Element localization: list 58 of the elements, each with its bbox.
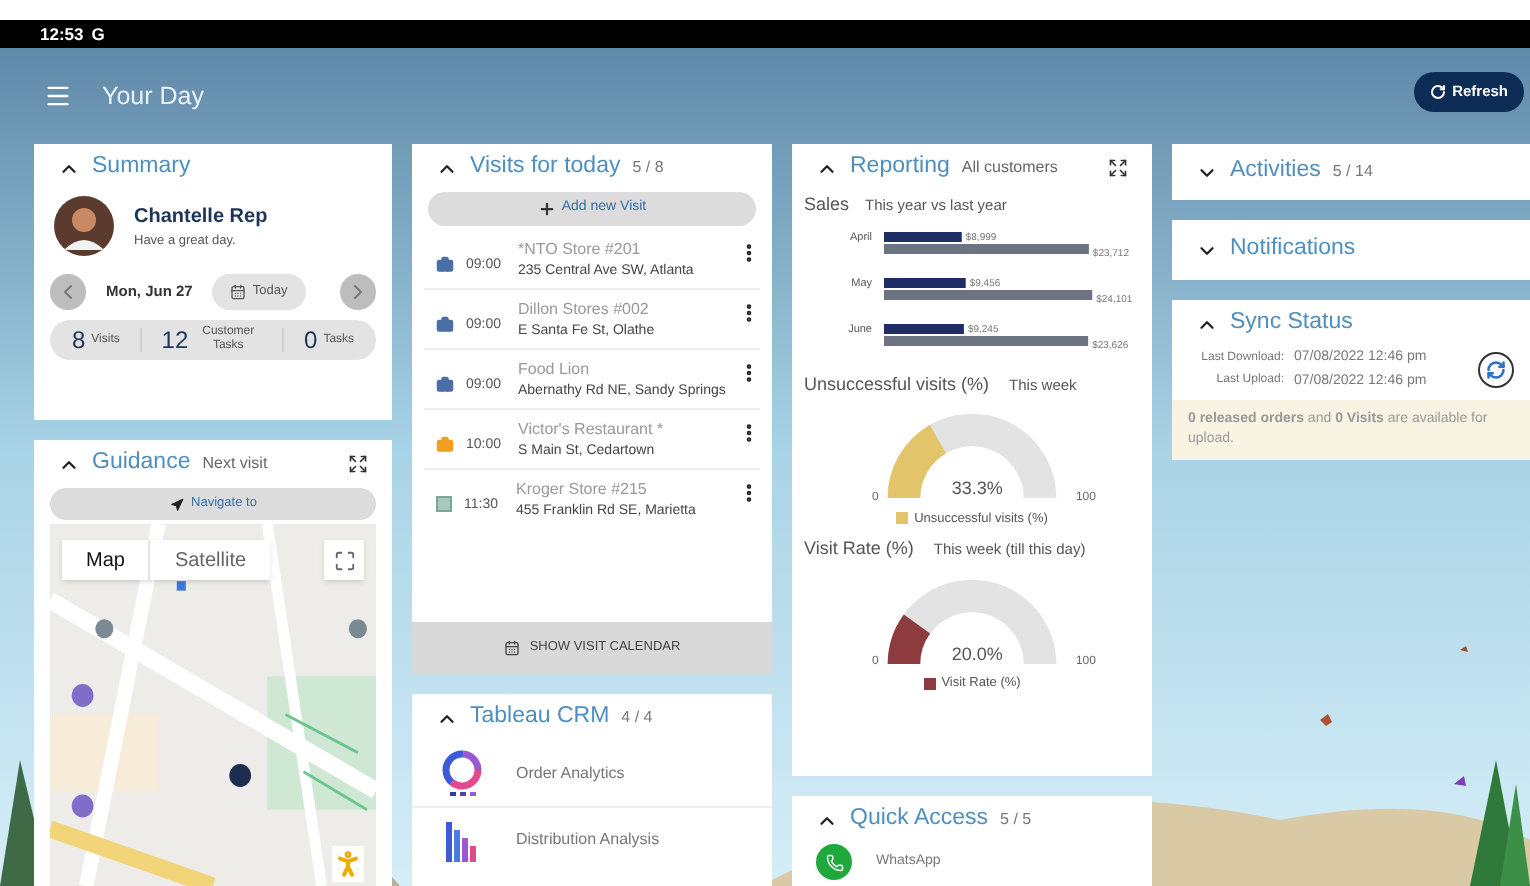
dashboard-name: Distribution Analysis [516, 828, 660, 852]
expand-icon[interactable] [348, 454, 368, 474]
previous-day-button[interactable] [50, 274, 86, 310]
section-label: Sales [804, 192, 850, 218]
visit-name: Food Lion [518, 358, 592, 382]
card-title: Tableau CRM [470, 702, 610, 733]
phone-icon [816, 844, 852, 880]
card-count: 5 / 14 [1332, 160, 1373, 184]
gauge-reading: 20.0% [951, 641, 1003, 668]
fullscreen-icon [333, 549, 355, 571]
stat-value: 8 [71, 324, 86, 358]
card-title: Sync Status [1230, 308, 1353, 339]
tree-drawing [1470, 760, 1530, 886]
section-label: Unsuccessful visits (%) [804, 371, 990, 398]
visit-name: *NTO Store #201 [518, 238, 643, 262]
card-count: 5 / 8 [632, 156, 664, 180]
card-subtitle: Next visit [202, 452, 268, 476]
expand-icon[interactable] [1108, 158, 1128, 178]
calendar-icon [503, 640, 520, 656]
dashboard-item[interactable]: Order Analytics [412, 742, 772, 808]
visit-name: Kroger Store #215 [516, 478, 649, 502]
gauge-reading: 33.3% [951, 476, 1003, 502]
card-subtitle: All customers [961, 156, 1058, 180]
butterfly-icon [1454, 776, 1466, 786]
user-name: Chantelle Rep [134, 203, 268, 232]
plus-icon [537, 200, 556, 218]
dashboard-name: Order Analytics [516, 762, 625, 786]
menu-icon[interactable] [44, 82, 72, 110]
avatar [54, 196, 114, 256]
card-count: 4 / 4 [621, 706, 653, 730]
card-title: Activities [1230, 156, 1321, 187]
card-title: Summary [92, 152, 191, 183]
calendar-icon [230, 284, 247, 300]
navigation-arrow-icon [169, 497, 184, 511]
status-carrier: G [91, 21, 105, 47]
butterfly-icon [1320, 714, 1332, 726]
sync-button[interactable] [1478, 352, 1514, 388]
card-title: Reporting [850, 152, 950, 183]
card-title: Quick Access [850, 804, 989, 835]
map-type-tab[interactable]: Satellite [148, 540, 271, 580]
butterfly-icon [1460, 646, 1468, 652]
card-count: 5 / 5 [1000, 808, 1032, 832]
visit-name: Dillon Stores #002 [518, 298, 651, 322]
sync-icon [1486, 360, 1506, 380]
card-title: Notifications [1230, 234, 1356, 265]
next-day-button[interactable] [340, 274, 376, 310]
section-label: Visit Rate (%) [804, 536, 914, 563]
dashboard-item[interactable]: Distribution Analysis [412, 808, 772, 872]
card-title: Guidance [92, 448, 191, 479]
page-title: Your Day [102, 79, 204, 114]
fullscreen-button[interactable] [324, 540, 364, 580]
status-time: 12:53 [40, 21, 84, 47]
card-title: Visits for today [470, 152, 621, 183]
stat-value: 12 [161, 324, 189, 358]
map-type-tab[interactable]: Map [62, 540, 149, 580]
stat-value: 0 [304, 324, 318, 358]
visit-name: Victor's Restaurant * [518, 418, 666, 442]
refresh-icon [1430, 84, 1447, 100]
